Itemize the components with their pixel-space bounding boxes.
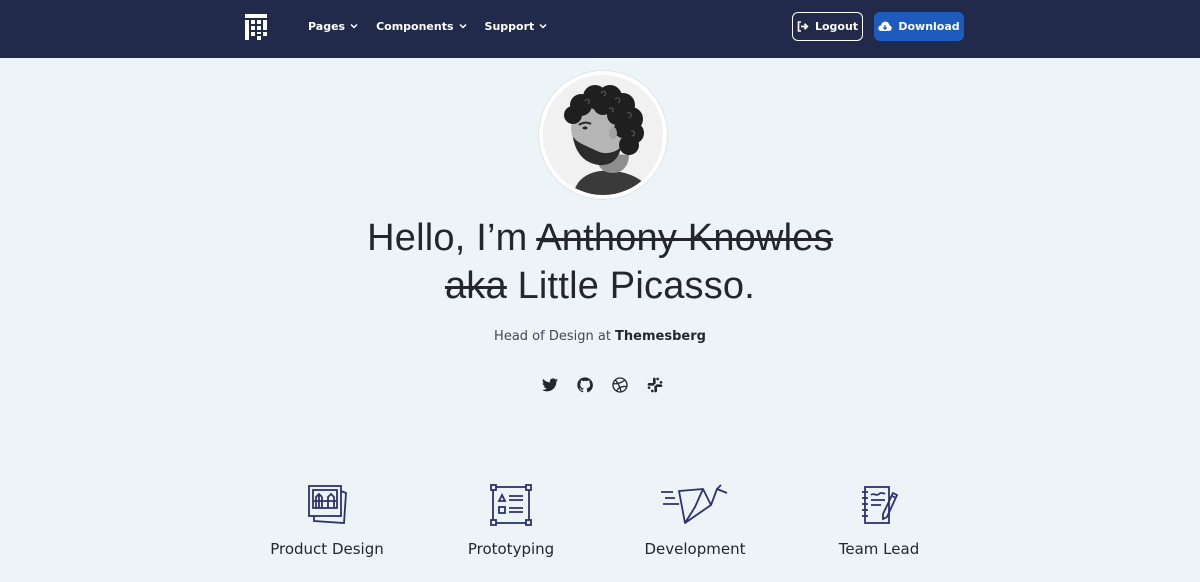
company-name: Themesberg <box>615 329 706 344</box>
nav-support[interactable]: Support <box>485 20 548 33</box>
download-label: Download <box>898 20 960 33</box>
struck-name: Anthony Knowles <box>536 217 833 259</box>
main-nav: Pages Components Support <box>308 0 547 52</box>
hero-headline: Hello, I’m Anthony Knowles aka Little Pi… <box>300 214 900 310</box>
chevron-down-icon <box>539 23 547 29</box>
skill-label: Prototyping <box>467 540 555 558</box>
github-icon[interactable] <box>576 376 594 394</box>
paper-crane-icon <box>661 484 728 524</box>
struck-aka: aka <box>444 265 507 307</box>
slack-icon[interactable] <box>646 376 664 394</box>
role-text: Head of Design at <box>494 329 616 344</box>
logout-label: Logout <box>814 20 859 33</box>
nav-components[interactable]: Components <box>376 19 467 33</box>
dribbble-icon[interactable] <box>611 376 629 394</box>
nav-components-label: Components <box>376 19 454 33</box>
nav-support-label: Support <box>484 19 535 33</box>
headline-greeting: Hello, I’m <box>367 217 537 259</box>
sign-out-icon <box>797 21 809 32</box>
avatar <box>543 75 663 195</box>
skill-label: Product Design <box>270 540 384 558</box>
skill-development: Development <box>605 480 785 558</box>
skill-team-lead: Team Lead <box>789 480 969 558</box>
cloud-download-icon <box>878 21 893 31</box>
wireframe-icon <box>490 484 532 526</box>
nav-pages[interactable]: Pages <box>308 20 358 33</box>
hero-subtitle: Head of Design at Themesberg <box>400 329 800 344</box>
download-button[interactable]: Download <box>874 12 964 41</box>
top-navbar: Pages Components Support Logout Download <box>0 0 1200 58</box>
profile-avatar-frame <box>539 71 667 199</box>
notebook-pen-icon <box>862 486 899 524</box>
chevron-down-icon <box>350 23 358 29</box>
skill-product-design: Product Design <box>237 480 417 558</box>
nav-pages-label: Pages <box>308 19 346 33</box>
photo-frames-icon <box>308 485 347 524</box>
social-links <box>541 376 664 394</box>
twitter-icon[interactable] <box>541 376 559 394</box>
chevron-down-icon <box>459 23 467 29</box>
pixel-logo-icon[interactable] <box>245 14 267 40</box>
skill-label: Development <box>644 540 746 558</box>
skill-prototyping: Prototyping <box>421 480 601 558</box>
skill-label: Team Lead <box>838 540 920 558</box>
headline-alias: Little Picasso. <box>506 265 756 307</box>
logout-button[interactable]: Logout <box>792 12 863 41</box>
